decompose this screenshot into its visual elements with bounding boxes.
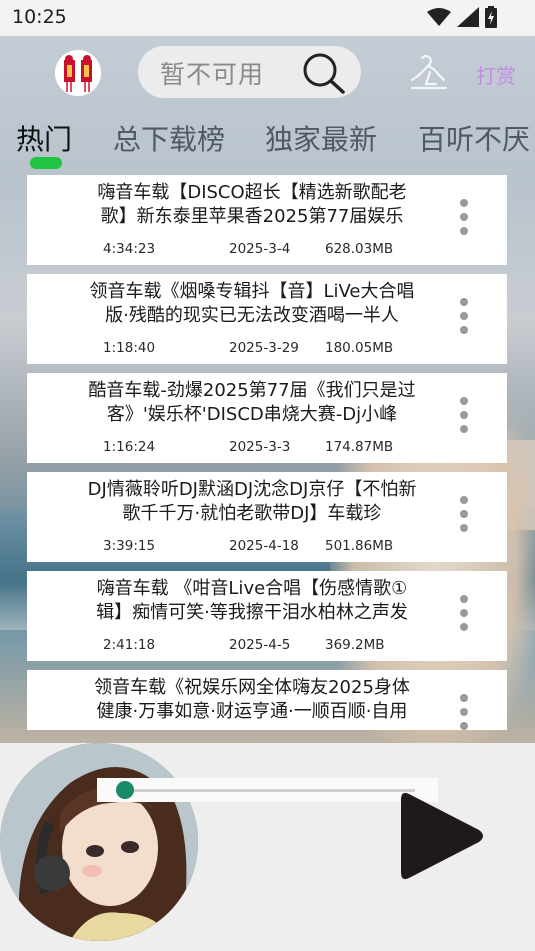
- battery-icon: [485, 6, 497, 28]
- song-card[interactable]: 嗨音车载【DISCO超长【精选新歌配老歌】新东泰里苹果香2025第77届娱乐 4…: [27, 175, 507, 265]
- song-date: 2025-3-4: [229, 241, 291, 257]
- song-title: 领音车载《烟嗓专辑抖【音】LiVe大合唱版·残酷的现实已无法改变酒喝一半人: [89, 281, 415, 326]
- song-title: 嗨音车载【DISCO超长【精选新歌配老歌】新东泰里苹果香2025第77届娱乐: [97, 182, 407, 227]
- list-item[interactable]: 4 嗨音车载 《咁音Live合唱【伤感情歌①辑】痴情可笑·等我擦干泪水柏林之声发…: [0, 571, 535, 661]
- song-date: 2025-4-18: [229, 538, 299, 554]
- list-item[interactable]: 5 领音车载《祝娱乐网全体嗨友2025身体健康·万事如意·财运亨通·一顺百顺·自…: [0, 670, 535, 730]
- list-item[interactable]: 0 嗨音车载【DISCO超长【精选新歌配老歌】新东泰里苹果香2025第77届娱乐…: [0, 175, 535, 265]
- search-icon[interactable]: [300, 50, 348, 94]
- song-title: 酷音车载-劲爆2025第77届《我们只是过客》'娱乐杯'DISCD串烧大赛-Dj…: [88, 380, 416, 425]
- song-size: 180.05MB: [325, 340, 394, 356]
- signal-icon: [457, 7, 479, 27]
- album-girl-illustration-icon: [0, 743, 198, 941]
- tab-hot[interactable]: 热门: [16, 118, 72, 158]
- wifi-icon: [427, 8, 451, 26]
- list-item[interactable]: 3 DJ情薇聆听DJ默涵DJ沈念DJ京仔【不怕新歌千千万·就怕老歌带DJ】车载珍…: [0, 472, 535, 562]
- tab-exclusive-latest[interactable]: 独家最新: [265, 118, 377, 158]
- more-options-icon[interactable]: [457, 298, 471, 342]
- more-options-icon[interactable]: [457, 199, 471, 243]
- reward-link[interactable]: 打赏: [476, 60, 516, 89]
- more-options-icon[interactable]: [457, 496, 471, 540]
- song-date: 2025-3-3: [229, 439, 291, 455]
- song-card[interactable]: 酷音车载-劲爆2025第77届《我们只是过客》'娱乐杯'DISCD串烧大赛-Dj…: [27, 373, 507, 463]
- play-icon[interactable]: [395, 786, 489, 886]
- song-title: 嗨音车载 《咁音Live合唱【伤感情歌①辑】痴情可笑·等我擦干泪水柏林之声发: [96, 578, 408, 623]
- song-card[interactable]: 领音车载《烟嗓专辑抖【音】LiVe大合唱版·残酷的现实已无法改变酒喝一半人 1:…: [27, 274, 507, 364]
- song-card[interactable]: 领音车载《祝娱乐网全体嗨友2025身体健康·万事如意·财运亨通·一顺百顺·自用: [27, 670, 507, 730]
- progress-knob[interactable]: [115, 781, 134, 799]
- song-date: 2025-4-5: [229, 637, 291, 653]
- more-options-icon[interactable]: [457, 694, 471, 730]
- song-card[interactable]: 嗨音车载 《咁音Live合唱【伤感情歌①辑】痴情可笑·等我擦干泪水柏林之声发 2…: [27, 571, 507, 661]
- song-date: 2025-3-29: [229, 340, 299, 356]
- song-title: 领音车载《祝娱乐网全体嗨友2025身体健康·万事如意·财运亨通·一顺百顺·自用: [94, 677, 410, 722]
- song-duration: 2:41:18: [103, 637, 156, 653]
- tab-total-downloads[interactable]: 总下载榜: [113, 118, 225, 158]
- song-list[interactable]: 0 嗨音车载【DISCO超长【精选新歌配老歌】新东泰里苹果香2025第77届娱乐…: [0, 175, 535, 730]
- song-duration: 1:16:24: [103, 439, 156, 455]
- list-item[interactable]: 2 酷音车载-劲爆2025第77届《我们只是过客》'娱乐杯'DISCD串烧大赛-…: [0, 373, 535, 463]
- song-duration: 3:39:15: [103, 538, 156, 554]
- progress-track[interactable]: [119, 789, 415, 792]
- album-art[interactable]: [0, 743, 198, 941]
- song-size: 369.2MB: [325, 637, 385, 653]
- song-size: 628.03MB: [325, 241, 394, 257]
- status-time: 10:25: [12, 6, 67, 28]
- skater-icon[interactable]: [408, 54, 450, 92]
- song-size: 501.86MB: [325, 538, 394, 554]
- user-avatar[interactable]: [55, 50, 101, 96]
- song-card[interactable]: DJ情薇聆听DJ默涵DJ沈念DJ京仔【不怕新歌千千万·就怕老歌带DJ】车载珍 3…: [27, 472, 507, 562]
- status-bar: 10:25: [0, 0, 535, 36]
- song-title: DJ情薇聆听DJ默涵DJ沈念DJ京仔【不怕新歌千千万·就怕老歌带DJ】车载珍: [87, 479, 417, 524]
- search-bar[interactable]: 暂不可用: [138, 46, 361, 98]
- song-duration: 1:18:40: [103, 340, 156, 356]
- category-tabs: 热门 总下载榜 独家最新 百听不厌: [0, 118, 535, 168]
- progress-slider[interactable]: [97, 778, 438, 802]
- tab-indicator: [30, 157, 62, 169]
- search-placeholder: 暂不可用: [160, 60, 265, 89]
- song-size: 174.87MB: [325, 439, 394, 455]
- song-duration: 4:34:23: [103, 241, 156, 257]
- tab-evergreen[interactable]: 百听不厌: [418, 118, 530, 158]
- avatar-art-icon: [55, 50, 101, 96]
- list-item[interactable]: 1 领音车载《烟嗓专辑抖【音】LiVe大合唱版·残酷的现实已无法改变酒喝一半人 …: [0, 274, 535, 364]
- more-options-icon[interactable]: [457, 595, 471, 639]
- more-options-icon[interactable]: [457, 397, 471, 441]
